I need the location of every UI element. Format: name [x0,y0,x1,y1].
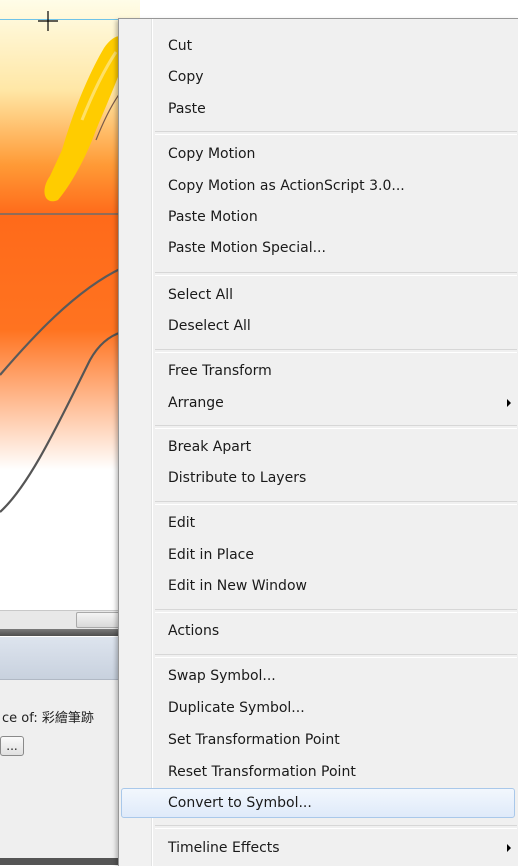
menu-separator [155,272,517,276]
menu-item-copy-motion[interactable]: Copy Motion [121,139,515,169]
panel-divider[interactable] [0,629,120,636]
menu-item-actions[interactable]: Actions [121,616,515,646]
menu-separator [155,825,517,829]
menu-separator [155,501,517,505]
bottom-border [0,858,120,865]
menu-item-edit-in-new-window[interactable]: Edit in New Window [121,571,515,601]
menu-item-break-apart[interactable]: Break Apart [121,432,515,462]
context-menu: Cut Copy Paste Copy Motion Copy Motion a… [118,18,518,866]
menu-item-timeline-effects-label: Timeline Effects [168,840,280,856]
menu-item-edit[interactable]: Edit [121,508,515,538]
menu-item-free-transform[interactable]: Free Transform [121,356,515,386]
menu-item-copy-motion-as3[interactable]: Copy Motion as ActionScript 3.0... [121,171,515,201]
triangle-right-icon [507,399,511,407]
menu-item-arrange-label: Arrange [168,395,224,411]
menu-item-select-all[interactable]: Select All [121,280,515,310]
menu-item-set-transformation-point[interactable]: Set Transformation Point [121,725,515,755]
menu-item-reset-transformation-point[interactable]: Reset Transformation Point [121,757,515,787]
menu-separator [155,131,517,135]
menu-separator [155,349,517,353]
menu-item-copy[interactable]: Copy [121,62,515,92]
menu-separator [155,654,517,658]
menu-separator [155,425,517,429]
menu-item-paste-motion[interactable]: Paste Motion [121,202,515,232]
menu-item-duplicate-symbol[interactable]: Duplicate Symbol... [121,693,515,723]
menu-item-paste-motion-special[interactable]: Paste Motion Special... [121,233,515,263]
menu-item-distribute-to-layers[interactable]: Distribute to Layers [121,463,515,493]
menu-item-convert-to-symbol[interactable]: Convert to Symbol... [121,788,515,818]
instance-of-label: ce of: 彩繪筆跡 [2,711,94,726]
triangle-right-icon [507,844,511,852]
scrollbar-thumb[interactable] [76,612,122,628]
menu-item-cut[interactable]: Cut [121,31,515,61]
properties-panel-header [0,637,120,680]
menu-item-swap-symbol[interactable]: Swap Symbol... [121,661,515,691]
menu-item-timeline-effects[interactable]: Timeline Effects [121,833,515,863]
menu-item-paste[interactable]: Paste [121,94,515,124]
menu-item-arrange[interactable]: Arrange [121,388,515,418]
crosshair-cursor-icon [38,11,58,31]
menu-item-edit-in-place[interactable]: Edit in Place [121,540,515,570]
swap-symbol-button[interactable]: ... [0,736,24,756]
menu-item-deselect-all[interactable]: Deselect All [121,311,515,341]
menu-separator [155,609,517,613]
